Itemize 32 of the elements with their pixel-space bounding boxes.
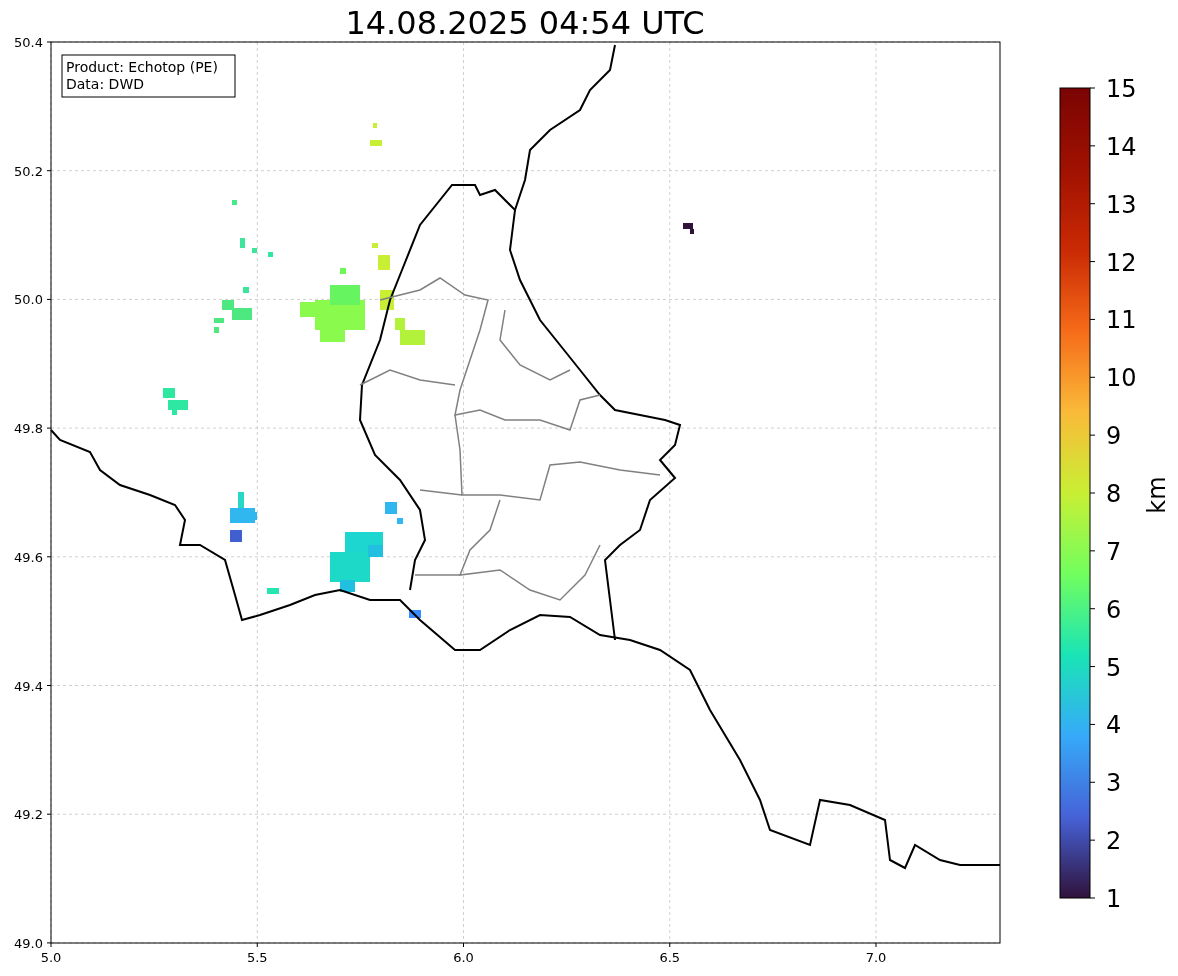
colorbar-tick-label: 5 — [1106, 653, 1122, 682]
colorbar-tick-label: 14 — [1106, 132, 1137, 161]
y-axis-label: 49.4 — [14, 678, 43, 694]
y-axis-label: 50.2 — [14, 163, 43, 179]
x-axis-label: 5.5 — [246, 950, 268, 965]
colorbar-tick-label: 4 — [1106, 711, 1122, 740]
colorbar-tick-label: 10 — [1106, 364, 1137, 393]
colorbar-tick-label: 2 — [1106, 827, 1122, 856]
colorbar-tick-label: 7 — [1106, 537, 1122, 566]
colorbar-tick-label: 13 — [1106, 190, 1137, 219]
y-axis-label: 49.6 — [14, 549, 43, 565]
colorbar-tick-label: 3 — [1106, 769, 1122, 798]
colorbar-tick-label: 9 — [1106, 422, 1122, 451]
info-text: Product: Echotop (PE) — [66, 59, 218, 75]
plot-title: 14.08.2025 04:54 UTC — [345, 4, 705, 42]
y-axis-label: 49.2 — [14, 807, 43, 823]
colorbar-label: km — [1143, 476, 1171, 514]
x-axis-label: 5.0 — [40, 950, 62, 965]
colorbar-tick-label: 6 — [1106, 595, 1122, 624]
x-axis-label: 6.5 — [659, 950, 681, 965]
y-axis-label: 49.0 — [14, 935, 43, 951]
y-axis-label: 49.8 — [14, 421, 43, 437]
colorbar-tick-label: 1 — [1106, 885, 1122, 913]
y-axis-label: 50.0 — [14, 292, 43, 308]
info-text: Data: DWD — [66, 76, 144, 92]
colorbar-tick-label: 12 — [1106, 248, 1137, 277]
colorbar-tick-label: 8 — [1106, 480, 1122, 508]
x-axis-label: 7.0 — [865, 950, 887, 965]
colorbar-tick-label: 11 — [1106, 306, 1137, 335]
colorbar-tick-label: 15 — [1106, 75, 1137, 103]
x-axis-label: 6.0 — [453, 950, 474, 965]
y-axis-label: 50.4 — [14, 35, 43, 50]
